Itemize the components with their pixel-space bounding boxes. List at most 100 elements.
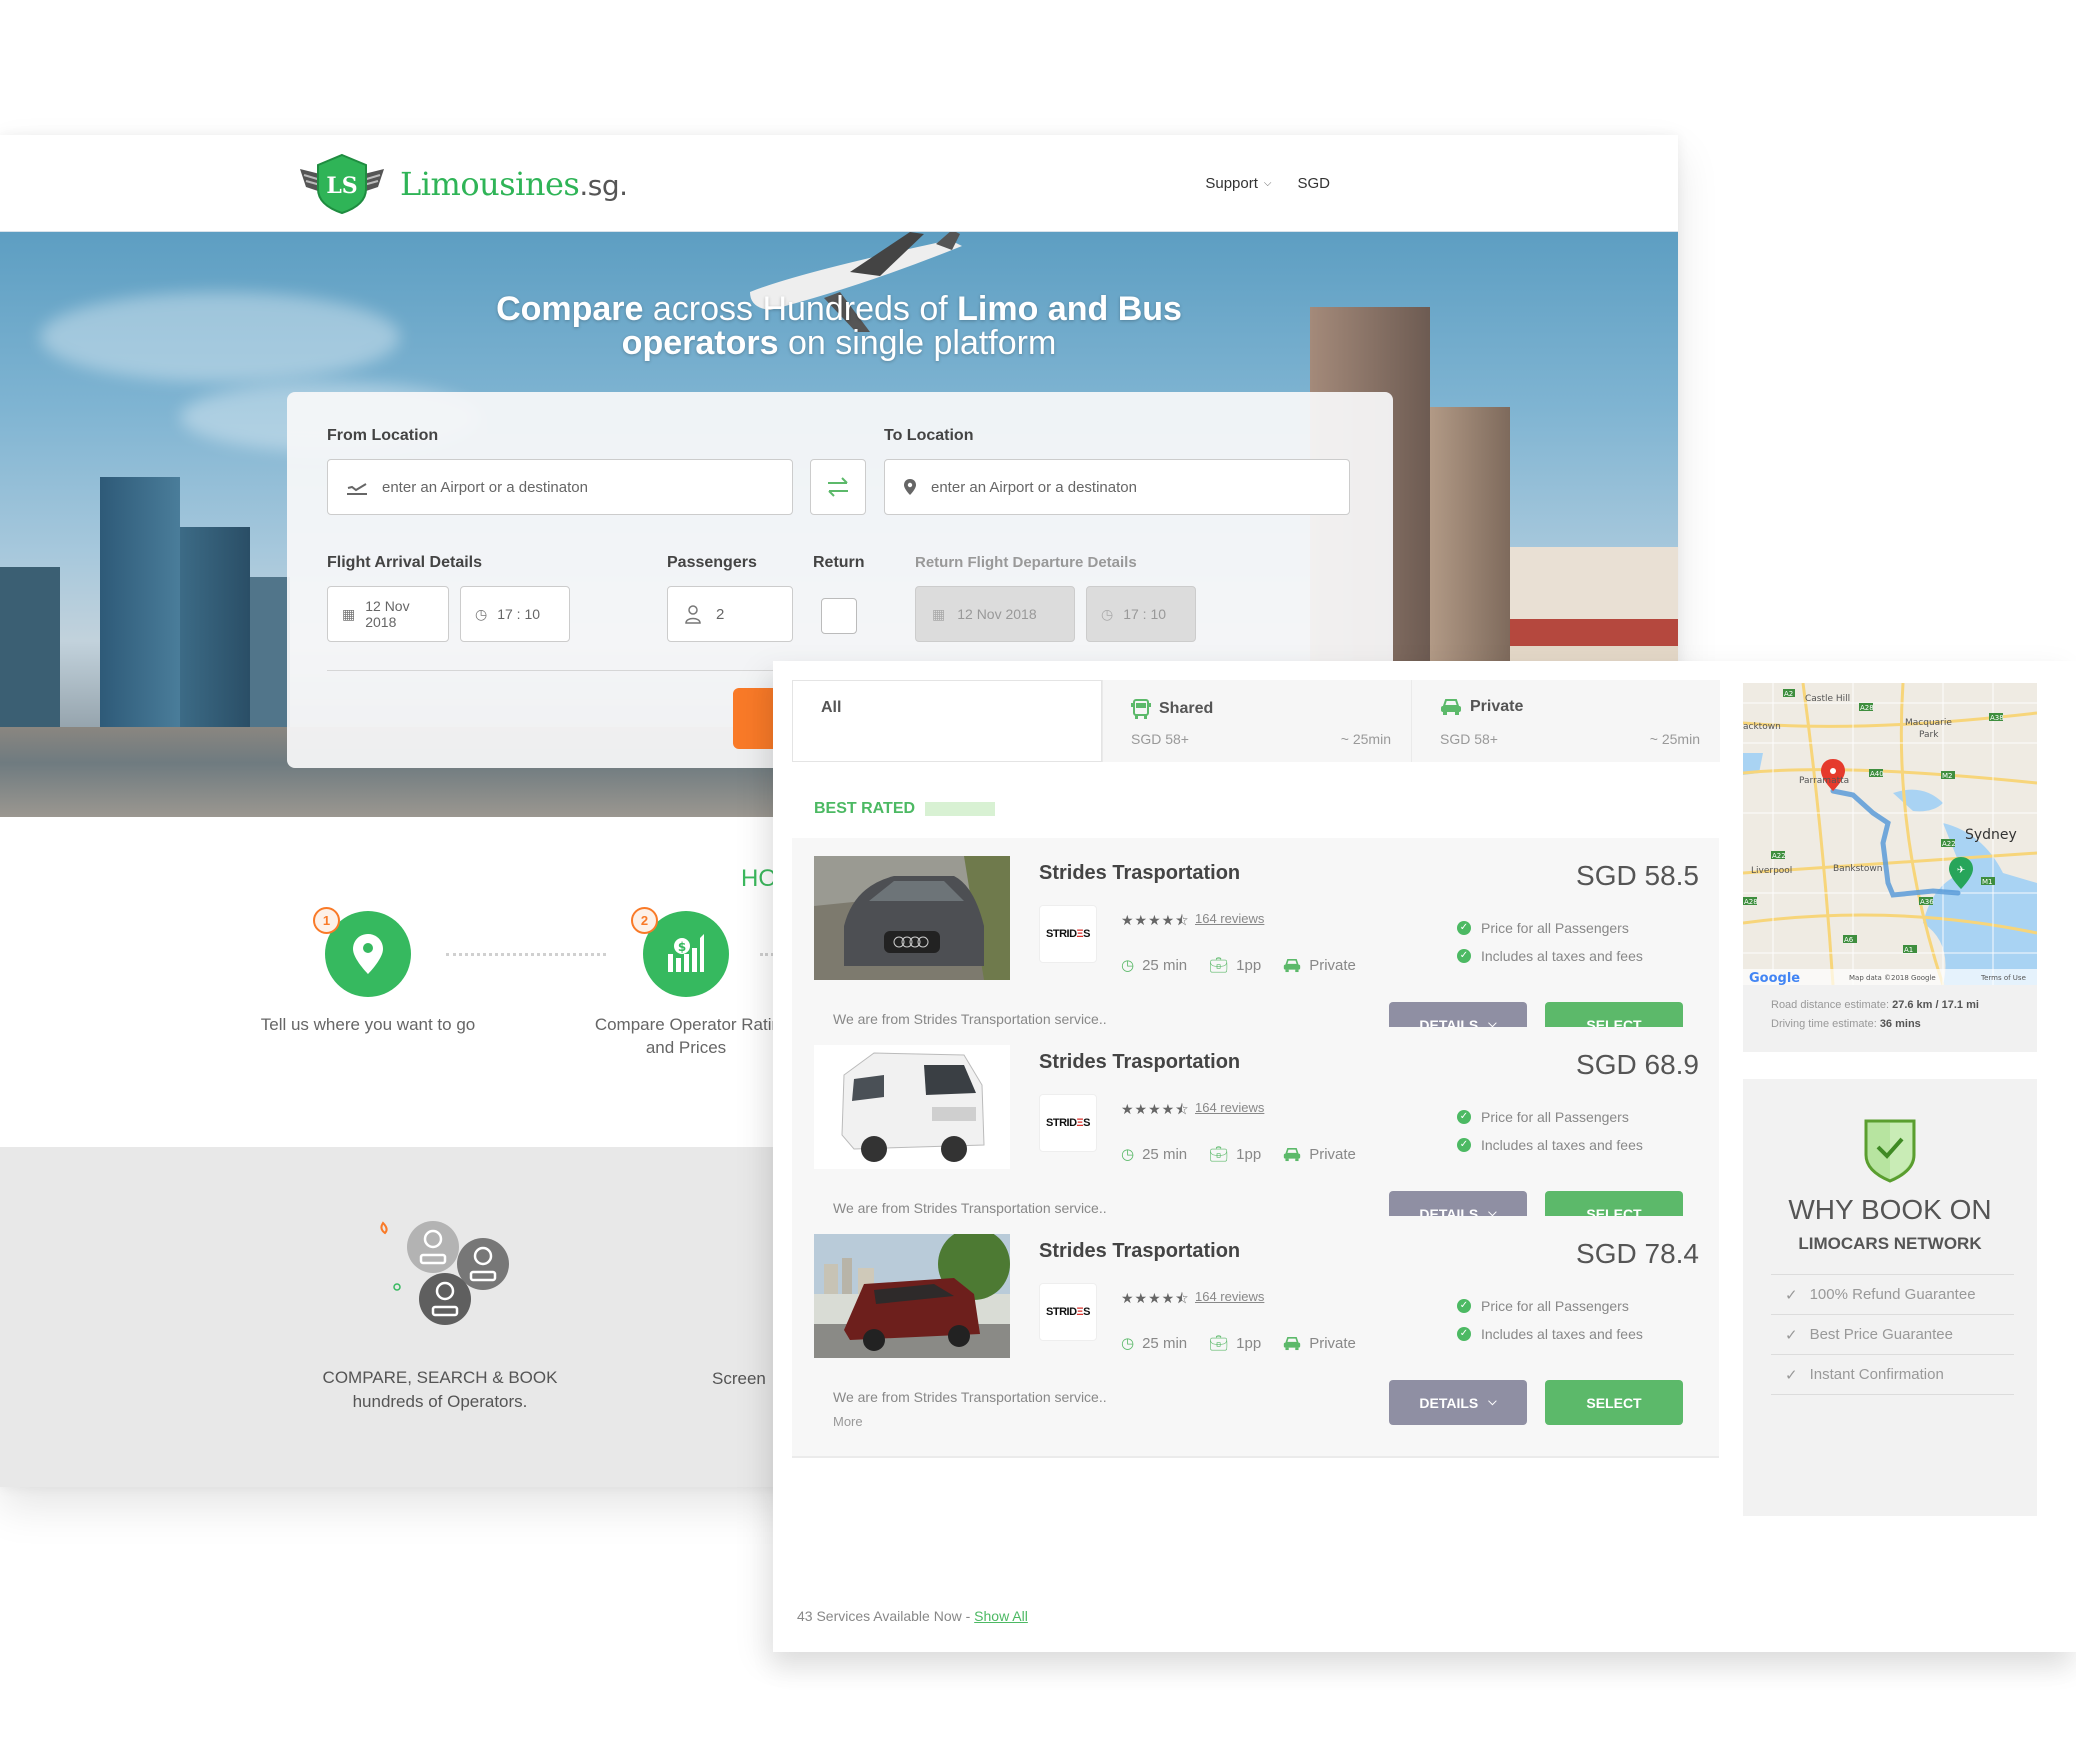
from-location-input[interactable]: enter an Airport or a destinaton [327, 459, 793, 515]
why-book-subtitle: LIMOCARS NETWORK [1798, 1234, 1982, 1253]
svg-text:M2: M2 [1942, 772, 1953, 780]
tab-label: Shared [1159, 700, 1214, 717]
luggage: 💼︎ 1pp [1209, 1334, 1262, 1353]
step-2-circle: 2 $ [631, 907, 729, 997]
feature-title: Screen [712, 1369, 766, 1388]
to-location-input[interactable]: enter an Airport or a destinaton [884, 459, 1350, 515]
check-circle-icon: ✓ [1785, 1326, 1798, 1344]
clock-icon: ◷ [1121, 1146, 1135, 1163]
vehicle-photo [814, 856, 1010, 980]
operators-icon [380, 1221, 509, 1325]
reviews-link[interactable]: 164 reviews [1195, 911, 1264, 926]
svg-text:Castle Hill: Castle Hill [1805, 694, 1850, 704]
clock-icon: ◷ [1121, 957, 1135, 974]
duration: ◷ 25 min [1121, 956, 1188, 975]
operator-name: Strides Trasportation [1039, 1051, 1241, 1073]
svg-text:Google: Google [1749, 971, 1800, 985]
map-graphic: ✈ Castle Hill acktown Macquarie Park Par… [1743, 683, 2037, 985]
trip-meta: ◷ 25 min 💼︎ 1pp Private [1121, 1334, 1356, 1353]
to-location-label: To Location [884, 427, 974, 444]
operator-name: Strides Trasportation [1039, 862, 1241, 884]
rating-stars: ★★★★⯪ [1121, 912, 1190, 928]
flight-time-input[interactable]: ◷ 17 : 10 [460, 586, 570, 642]
vehicle-photo [814, 1045, 1010, 1169]
map-pin-icon [903, 478, 917, 496]
from-location-label: From Location [327, 427, 439, 444]
return-flight-label: Return Flight Departure Details [915, 554, 1137, 571]
route-map[interactable]: ✈ Castle Hill acktown Macquarie Park Par… [1743, 683, 2037, 985]
passengers-input[interactable]: 2 [667, 586, 793, 642]
svg-text:A1: A1 [1904, 946, 1913, 954]
details-button[interactable]: DETAILS ⌵ [1389, 1380, 1527, 1425]
how-it-works-title: HO [741, 865, 777, 892]
return-time-input[interactable]: ◷ 17 : 10 [1086, 586, 1196, 642]
tab-shared[interactable]: Shared SGD 58+ ~ 25min [1102, 680, 1411, 762]
building [0, 567, 60, 727]
reviews-link[interactable]: 164 reviews [1195, 1100, 1264, 1115]
tab-time: ~ 25min [1649, 731, 1700, 747]
calendar-icon: ▦ [342, 605, 356, 622]
tab-title: Private [1440, 698, 1523, 716]
price-perks: ✓ Price for all Passengers ✓ Includes al t… [1457, 1292, 1643, 1348]
check-icon: ✓ [1457, 949, 1471, 963]
check-icon: ✓ [1457, 1110, 1471, 1124]
results-panel: All Shared SGD 58+ ~ 25min Private SGD 5… [773, 661, 2076, 1652]
reviews-link[interactable]: 164 reviews [1195, 1289, 1264, 1304]
support-menu[interactable]: Support ⌵ [1205, 175, 1271, 192]
hero-headline: Compare across Hundreds of Limo and Bus … [496, 290, 1182, 362]
swap-locations-button[interactable] [810, 459, 866, 515]
svg-text:Macquarie: Macquarie [1905, 718, 1952, 728]
operator-logo: STRID Ξ S [1039, 905, 1097, 963]
tab-all[interactable]: All [792, 680, 1102, 762]
rating-stars: ★★★★⯪ [1121, 1101, 1190, 1117]
perk: ✓ Includes al taxes and fees [1457, 942, 1643, 970]
check-icon: ✓ [1457, 1327, 1471, 1341]
return-checkbox[interactable] [821, 598, 857, 634]
svg-text:acktown: acktown [1743, 722, 1781, 732]
top-nav: Support ⌵ SGD [1205, 175, 1330, 192]
select-button[interactable]: SELECT [1545, 1380, 1683, 1425]
flight-date-input[interactable]: ▦ 12 Nov 2018 [327, 586, 449, 642]
logo-name: Limousines [400, 165, 580, 203]
car-icon [1284, 958, 1301, 972]
calendar-icon: ▦ [932, 605, 946, 622]
site-header: LS Limousines.sg. Support ⌵ SGD [0, 135, 1678, 232]
svg-text:LS: LS [326, 173, 357, 199]
svg-text:A2: A2 [1784, 690, 1793, 698]
plane-landing-icon [346, 478, 368, 496]
support-label: Support [1205, 175, 1258, 192]
check-circle-icon: ✓ [1785, 1366, 1798, 1384]
svg-text:$: $ [678, 940, 686, 954]
svg-text:Map data ©2018 Google: Map data ©2018 Google [1849, 974, 1936, 982]
price-perks: ✓ Price for all Passengers ✓ Includes al t… [1457, 914, 1643, 970]
briefcase-icon: 💼︎ [1209, 1146, 1229, 1163]
person-icon [684, 604, 702, 624]
more-link[interactable]: More [833, 1414, 863, 1429]
step-number-badge: 2 [631, 907, 658, 934]
why-book-list: ✓ 100% Refund Guarantee ✓ Best Price Guara… [1771, 1274, 2014, 1395]
passengers-value: 2 [716, 605, 725, 623]
currency-selector[interactable]: SGD [1297, 175, 1330, 192]
clock-icon: ◷ [1101, 605, 1114, 622]
check-icon: ✓ [1457, 1299, 1471, 1313]
why-item: ✓ 100% Refund Guarantee [1771, 1275, 2014, 1315]
services-count: 43 Services Available Now - [797, 1608, 975, 1624]
swap-arrows-icon [828, 477, 848, 497]
feature-title: COMPARE, SEARCH & BOOK [322, 1368, 558, 1387]
tab-private[interactable]: Private SGD 58+ ~ 25min [1411, 680, 1720, 762]
vehicle-type: Private [1283, 1145, 1356, 1163]
flight-arrival-label: Flight Arrival Details [327, 554, 482, 571]
best-rated-heading: BEST RATED [814, 800, 996, 818]
logo[interactable]: LS Limousines.sg. [298, 153, 628, 215]
why-book-title: WHY BOOK ON [1788, 1194, 1992, 1225]
svg-text:✈: ✈ [1957, 865, 1965, 876]
return-label: Return [813, 554, 865, 571]
svg-text:Terms of Use: Terms of Use [1980, 974, 2026, 982]
svg-text:A6: A6 [1844, 936, 1854, 944]
svg-text:A38: A38 [1990, 714, 2004, 722]
flight-date-value: 12 Nov 2018 [365, 598, 410, 630]
building [180, 527, 250, 727]
show-all-link[interactable]: Show All [974, 1608, 1028, 1624]
step-1-text: Tell us where you want to go [260, 1015, 476, 1034]
return-date-input[interactable]: ▦ 12 Nov 2018 [915, 586, 1075, 642]
